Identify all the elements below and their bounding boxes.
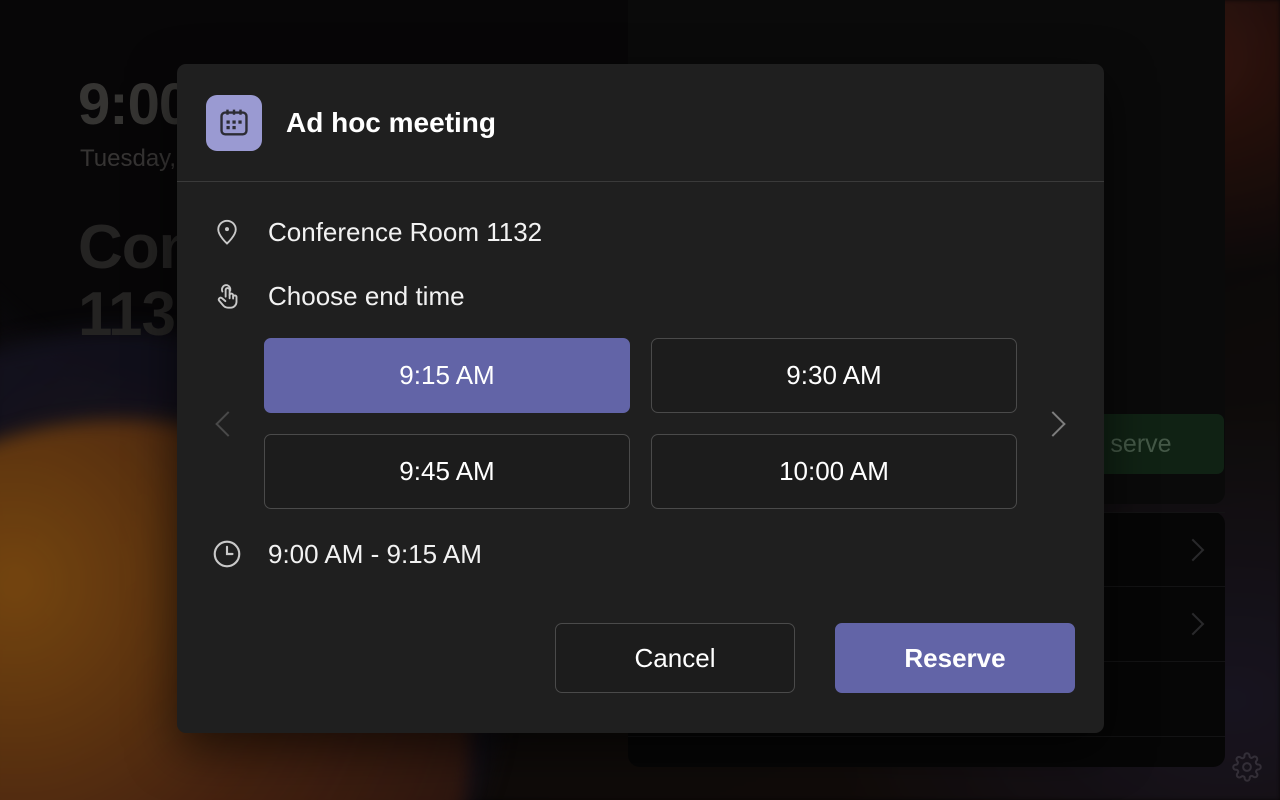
time-slot-button[interactable]: 9:30 AM xyxy=(651,338,1017,413)
time-slot-button[interactable]: 9:15 AM xyxy=(264,338,630,413)
location-row: Conference Room 1132 xyxy=(206,210,1075,254)
dialog-body: Conference Room 1132 Choose end time 9:1… xyxy=(177,182,1104,623)
carousel-prev-button[interactable] xyxy=(208,344,248,504)
chevron-left-icon xyxy=(215,410,241,437)
reserve-button[interactable]: Reserve xyxy=(835,623,1075,693)
clock-icon xyxy=(210,537,244,571)
choose-end-time-text: Choose end time xyxy=(268,280,465,311)
cancel-button[interactable]: Cancel xyxy=(555,623,795,693)
choose-end-time-row: Choose end time xyxy=(206,274,1075,318)
calendar-icon xyxy=(206,94,262,151)
location-text: Conference Room 1132 xyxy=(268,216,543,247)
time-slot-grid: 9:15 AM 9:30 AM 9:45 AM 10:00 AM xyxy=(248,338,1033,509)
tap-hand-icon xyxy=(210,279,244,313)
dialog-title: Ad hoc meeting xyxy=(286,106,497,138)
time-range-row: 9:00 AM - 9:15 AM xyxy=(206,537,1075,571)
dialog-footer: Cancel Reserve xyxy=(177,623,1104,733)
time-slot-button[interactable]: 10:00 AM xyxy=(651,434,1017,509)
time-slot-carousel: 9:15 AM 9:30 AM 9:45 AM 10:00 AM xyxy=(206,338,1075,509)
chevron-right-icon xyxy=(1040,410,1066,437)
dialog-header: Ad hoc meeting xyxy=(177,64,1104,182)
time-range-text: 9:00 AM - 9:15 AM xyxy=(268,538,482,569)
screen: 9:00 Tuesday, Con 113 serve Ad hoc meeti… xyxy=(0,0,1280,800)
carousel-next-button[interactable] xyxy=(1033,344,1073,504)
location-pin-icon xyxy=(210,215,244,249)
time-slot-button[interactable]: 9:45 AM xyxy=(264,434,630,509)
ad-hoc-meeting-dialog: Ad hoc meeting Conference Room 1132 Choo… xyxy=(177,64,1104,733)
